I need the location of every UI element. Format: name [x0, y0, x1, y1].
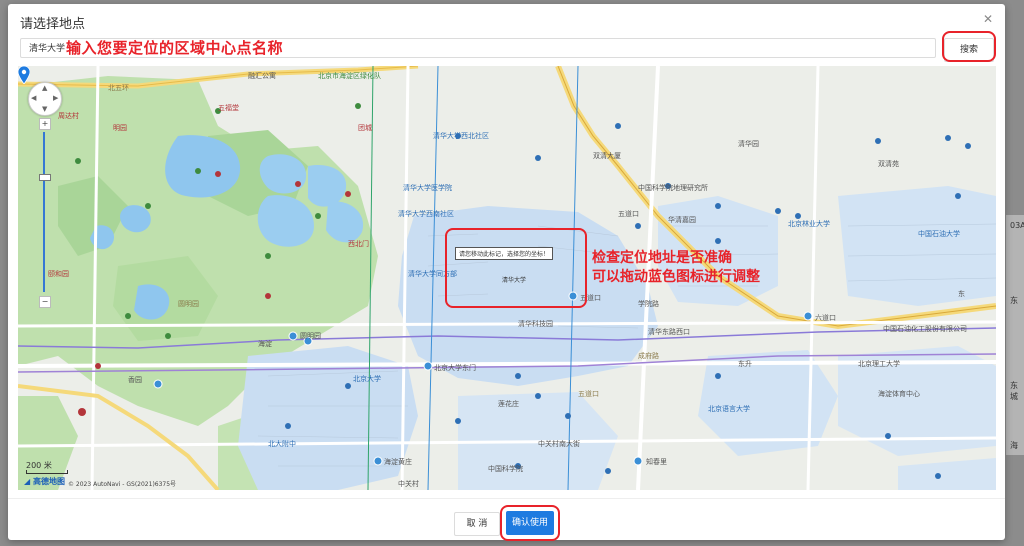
map-label: 海淀 [258, 339, 272, 348]
annotation-ring-confirm [500, 505, 560, 541]
map-label: 北京理工大学 [858, 359, 900, 368]
map-label: 中国石油化工股份有限公司 [883, 324, 967, 333]
metro-label: 海淀黄庄 [384, 457, 412, 466]
map-label: 中国科学院地理研究所 [638, 183, 708, 192]
map-label: 清华园 [738, 139, 759, 148]
annotation-ring-search [942, 31, 996, 62]
location-picker-dialog: 请选择地点 ✕ 清华大学 输入您要定位的区域中心点名称 搜索 融汇公寓 北京市海… [8, 4, 1005, 541]
metro-label: 圆明园 [300, 332, 321, 340]
map-label: 东升 [738, 359, 752, 368]
background-edge-label: 海 [1010, 441, 1018, 450]
map-label: 周达村 [58, 111, 79, 120]
map-label: 五道口 [578, 389, 599, 398]
zoom-out-button[interactable]: − [39, 296, 51, 308]
map-label: 学院路 [638, 299, 659, 308]
pan-down-icon[interactable]: ▼ [42, 105, 47, 113]
map-label: 香园 [128, 375, 142, 384]
pan-up-icon[interactable]: ▲ [42, 84, 47, 92]
map-label: 明园 [113, 124, 127, 132]
map-label: 北京大学 [353, 374, 381, 383]
map-label: 双清苑 [878, 159, 899, 168]
close-icon[interactable]: ✕ [983, 12, 993, 26]
annotation-ring-map [445, 228, 587, 308]
zoom-in-button[interactable]: + [39, 118, 51, 130]
background-edge-panel: 03A 东 东城 海 [1006, 215, 1024, 455]
map-label: 双清大厦 [593, 151, 621, 160]
map-label: 北大附中 [268, 439, 296, 448]
map-copyright: © 2023 AutoNavi - GS(2021)6375号 [68, 481, 177, 488]
metro-label: 北京大学东门 [434, 363, 476, 372]
map-label: 成府路 [638, 351, 659, 360]
zoom-control: + − [39, 118, 51, 308]
background-edge-label: 东城 [1010, 381, 1018, 401]
pan-right-icon[interactable]: ▶ [53, 94, 58, 102]
map-label: 莲花庄 [498, 399, 519, 408]
map-label: 中关村 [398, 479, 419, 488]
annotation-map-hint-line1: 检查定位地址是否准确 [592, 250, 732, 266]
annotation-map-hint-line2: 可以拖动蓝色图标进行调整 [592, 269, 760, 285]
map-label: 北京市海淀区绿化队 [318, 71, 381, 80]
map-label: 清华大学西北社区 [433, 131, 489, 140]
map-label: 清华大学西南社区 [398, 209, 454, 218]
map-label: 圆明园 [178, 300, 199, 308]
map-label: 中国科学院 [488, 464, 523, 473]
map-label: 华清嘉园 [668, 215, 696, 224]
metro-label: 六道口 [815, 313, 836, 322]
map-label: 五道口 [618, 209, 639, 218]
footer-divider [8, 498, 1005, 499]
map-label: 东 [958, 289, 965, 298]
map-pan-control[interactable]: ▲ ▼ ◀ ▶ [28, 82, 62, 116]
map-logo: ◢ 高德地图 [24, 476, 65, 487]
map-label: 融汇公寓 [248, 71, 276, 80]
metro-label: 知春里 [646, 457, 667, 466]
cancel-button[interactable]: 取 消 [454, 512, 500, 536]
location-marker-icon[interactable] [18, 66, 30, 84]
map-canvas[interactable]: 融汇公寓 北京市海淀区绿化队 北五环 五福堂 明园 团城 周达村 清华大学西北社… [18, 66, 996, 490]
map-scale-bar [26, 470, 68, 474]
map-label: 海淀体育中心 [878, 389, 920, 398]
metro-label: 清华东路西口 [648, 327, 690, 336]
map-label: 北京语言大学 [708, 404, 750, 413]
map-label: 中关村南大街 [538, 439, 580, 448]
map-label: 五福堂 [218, 103, 239, 112]
amap-logo-icon: ◢ [24, 477, 31, 486]
pan-left-icon[interactable]: ◀ [31, 94, 36, 102]
map-label: 清华科技园 [518, 319, 553, 328]
annotation-input-hint: 输入您要定位的区域中心点名称 [66, 39, 284, 57]
map-label: 中国石油大学 [918, 229, 960, 238]
map-label: 颐和园 [48, 269, 69, 278]
zoom-slider-handle[interactable] [39, 174, 51, 181]
background-edge-label: 东 [1010, 296, 1018, 305]
map-label: 北京林业大学 [788, 219, 830, 228]
map-label: 西北门 [348, 239, 369, 248]
dialog-title: 请选择地点 [20, 17, 86, 32]
map-logo-text: 高德地图 [32, 477, 65, 486]
map-label: 清华大学医学院 [403, 183, 452, 192]
zoom-track[interactable] [43, 132, 45, 292]
map-label: 团城 [358, 124, 372, 132]
map-label: 北五环 [108, 84, 129, 92]
background-edge-label: 03A [1010, 221, 1024, 230]
